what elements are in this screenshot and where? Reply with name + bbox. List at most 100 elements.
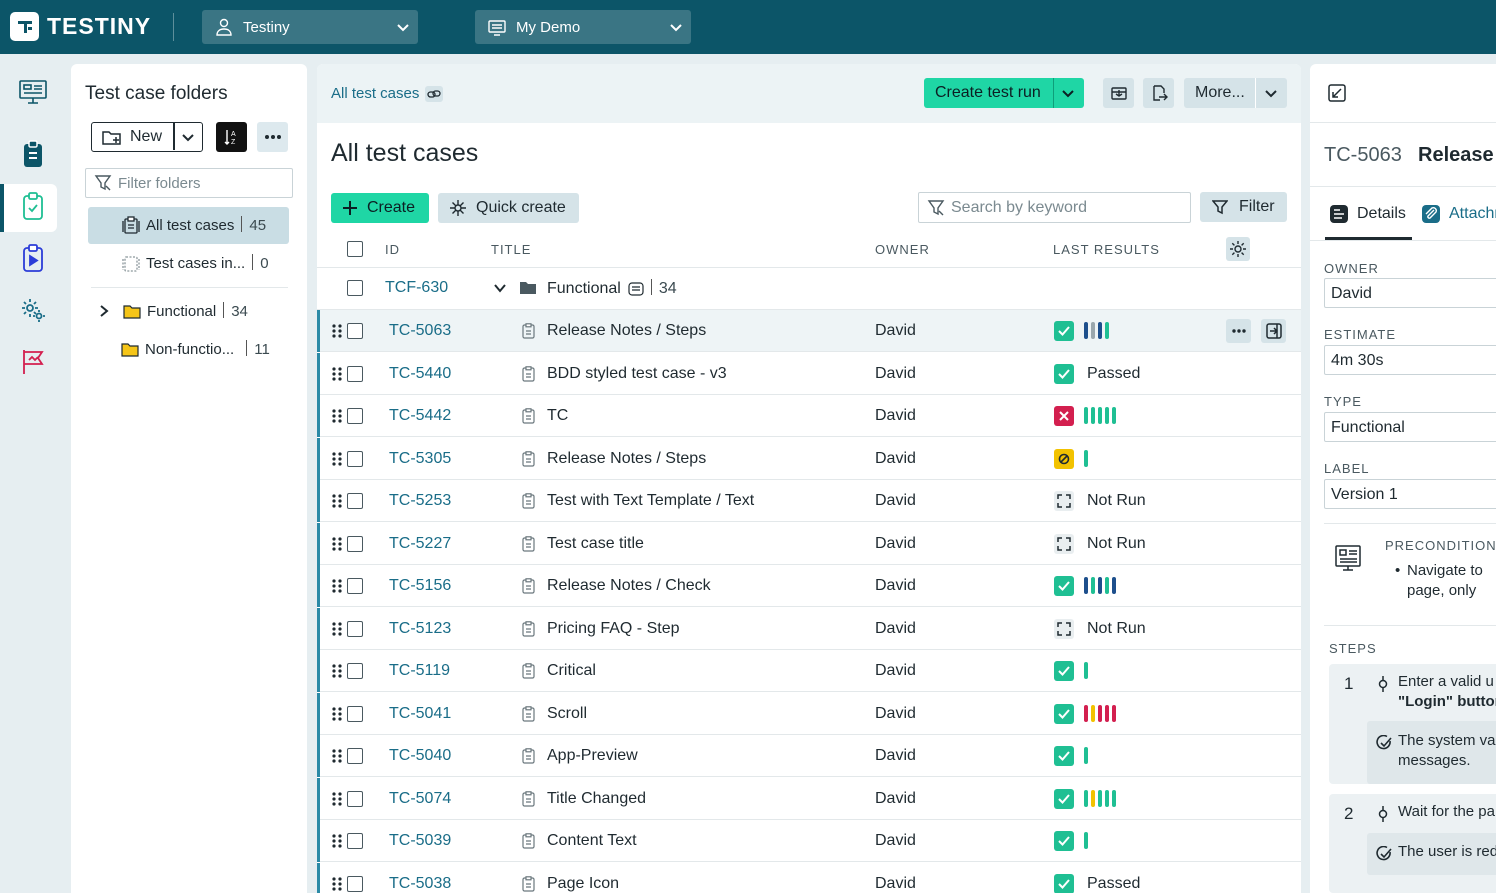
table-row[interactable]: TC-5253 Test with Text Template / Text Dav… — [317, 480, 1301, 522]
case-title[interactable]: Test case title — [547, 535, 644, 553]
col-last-results[interactable]: LAST RESULTS — [1053, 242, 1160, 257]
row-checkbox[interactable] — [347, 705, 363, 722]
more-button[interactable]: More... — [1184, 78, 1287, 108]
chevron-down-icon[interactable] — [1060, 85, 1076, 101]
row-checkbox[interactable] — [347, 620, 363, 637]
case-title[interactable]: TC — [547, 407, 568, 425]
folder-item-all[interactable]: All test cases 45 — [121, 216, 266, 234]
quick-create-button[interactable]: Quick create — [438, 193, 579, 223]
row-checkbox[interactable] — [347, 790, 363, 807]
row-checkbox[interactable] — [347, 323, 363, 339]
table-row[interactable]: TC-5074 Title Changed David — [317, 777, 1301, 820]
drag-handle-icon[interactable] — [331, 833, 343, 849]
step-item[interactable]: 2 Wait for the pa The user is red — [1329, 794, 1496, 893]
test-cases-icon[interactable] — [16, 137, 50, 171]
case-id-link[interactable]: TC-5119 — [389, 662, 450, 680]
case-title[interactable]: Page Icon — [547, 875, 619, 893]
case-title[interactable]: Release Notes / Check — [547, 577, 711, 595]
column-settings-button[interactable] — [1226, 237, 1250, 261]
case-title[interactable]: Scroll — [547, 705, 587, 723]
case-id-link[interactable]: TC-5063 — [389, 322, 451, 340]
col-title[interactable]: TITLE — [491, 242, 531, 257]
case-id-link[interactable]: TC-5305 — [389, 450, 451, 468]
table-row[interactable]: TC-5227 Test case title David Not Run — [317, 522, 1301, 565]
search-input[interactable]: Search by keyword — [918, 192, 1191, 223]
col-id[interactable]: ID — [385, 242, 400, 257]
row-checkbox[interactable] — [347, 493, 363, 509]
sort-button[interactable]: AZ — [216, 122, 247, 152]
drag-handle-icon[interactable] — [331, 706, 343, 722]
table-row[interactable]: TC-5038 Page Icon David Passed — [317, 862, 1301, 893]
table-row[interactable]: TC-5440 BDD styled test case - v3 David Pas… — [317, 352, 1301, 395]
case-id-link[interactable]: TC-5227 — [389, 535, 451, 553]
folder-item-functional[interactable]: Functional 34 — [98, 302, 248, 320]
filter-folders-input[interactable]: Filter folders — [85, 168, 293, 198]
drag-handle-icon[interactable] — [331, 748, 343, 764]
row-more-button[interactable] — [1226, 319, 1251, 343]
drag-handle-icon[interactable] — [331, 876, 343, 892]
group-id[interactable]: TCF-630 — [385, 279, 448, 297]
case-id-link[interactable]: TC-5156 — [389, 577, 451, 595]
case-title[interactable]: Release Notes / Steps — [547, 450, 706, 468]
table-row[interactable]: TC-5039 Content Text David — [317, 820, 1301, 862]
table-row[interactable]: TC-5305 Release Notes / Steps David — [317, 437, 1301, 480]
drag-handle-icon[interactable] — [331, 493, 343, 509]
settings-icon[interactable] — [16, 293, 50, 327]
case-title[interactable]: Test with Text Template / Text — [547, 492, 754, 510]
estimate-field[interactable]: 4m 30s — [1324, 345, 1496, 375]
row-checkbox[interactable] — [347, 535, 363, 552]
row-checkbox[interactable] — [347, 280, 363, 296]
case-id-link[interactable]: TC-5442 — [389, 407, 451, 425]
link-icon[interactable] — [425, 85, 444, 102]
table-row[interactable]: TC-5156 Release Notes / Check David — [317, 565, 1301, 607]
owner-field[interactable]: David — [1324, 278, 1496, 308]
drag-handle-icon[interactable] — [331, 323, 343, 339]
drag-handle-icon[interactable] — [331, 408, 343, 424]
table-row[interactable]: TC-5119 Critical David — [317, 650, 1301, 692]
dashboard-icon[interactable] — [16, 75, 50, 109]
drag-handle-icon[interactable] — [331, 536, 343, 552]
col-owner[interactable]: OWNER — [875, 242, 930, 257]
row-checkbox[interactable] — [347, 365, 363, 382]
folder-group-row[interactable]: TCF-630 Functional 34 — [317, 268, 1301, 310]
table-row[interactable]: TC-5123 Pricing FAQ - Step David Not Run — [317, 607, 1301, 650]
drag-handle-icon[interactable] — [331, 578, 343, 594]
export-button[interactable] — [1143, 78, 1174, 108]
drag-handle-icon[interactable] — [331, 791, 343, 807]
case-title[interactable]: App-Preview — [547, 747, 638, 765]
table-row[interactable]: TC-5063 Release Notes / Steps David — [317, 310, 1301, 352]
select-all-checkbox[interactable] — [347, 241, 363, 257]
drag-handle-icon[interactable] — [331, 366, 343, 382]
create-test-run-button[interactable]: Create test run — [924, 78, 1084, 108]
open-detail-button[interactable] — [1261, 319, 1286, 343]
chevron-down-icon[interactable] — [493, 281, 507, 295]
case-title[interactable]: Release Notes / Steps — [547, 322, 706, 340]
breadcrumb[interactable]: All test cases — [331, 85, 444, 102]
table-row[interactable]: TC-5040 App-Preview David — [317, 735, 1301, 777]
case-id-link[interactable]: TC-5038 — [389, 875, 451, 893]
test-runs-icon[interactable] — [16, 189, 50, 223]
row-checkbox[interactable] — [347, 833, 363, 849]
label-field[interactable]: Version 1 — [1324, 479, 1496, 509]
expand-icon[interactable] — [1328, 84, 1346, 102]
filter-button[interactable]: Filter — [1200, 192, 1287, 222]
case-title[interactable]: Pricing FAQ - Step — [547, 620, 680, 638]
case-title[interactable]: BDD styled test case - v3 — [547, 365, 727, 383]
chevron-down-icon[interactable] — [180, 129, 196, 145]
case-title[interactable]: Title Changed — [547, 790, 646, 808]
table-row[interactable]: TC-5442 TC David — [317, 395, 1301, 437]
project-select[interactable]: My Demo — [475, 10, 691, 44]
case-title[interactable]: Critical — [547, 662, 596, 680]
test-plans-icon[interactable] — [16, 241, 50, 275]
logo[interactable]: TESTINY — [10, 12, 151, 41]
import-button[interactable] — [1103, 78, 1134, 108]
tab-details[interactable]: Details — [1329, 204, 1406, 224]
drag-handle-icon[interactable] — [331, 663, 343, 679]
type-field[interactable]: Functional — [1324, 412, 1496, 442]
chevron-down-icon[interactable] — [1263, 85, 1279, 101]
row-checkbox[interactable] — [347, 748, 363, 764]
table-row[interactable]: TC-5041 Scroll David — [317, 692, 1301, 735]
row-checkbox[interactable] — [347, 663, 363, 679]
chevron-right-icon[interactable] — [98, 304, 110, 318]
new-folder-button[interactable]: New — [91, 122, 203, 152]
